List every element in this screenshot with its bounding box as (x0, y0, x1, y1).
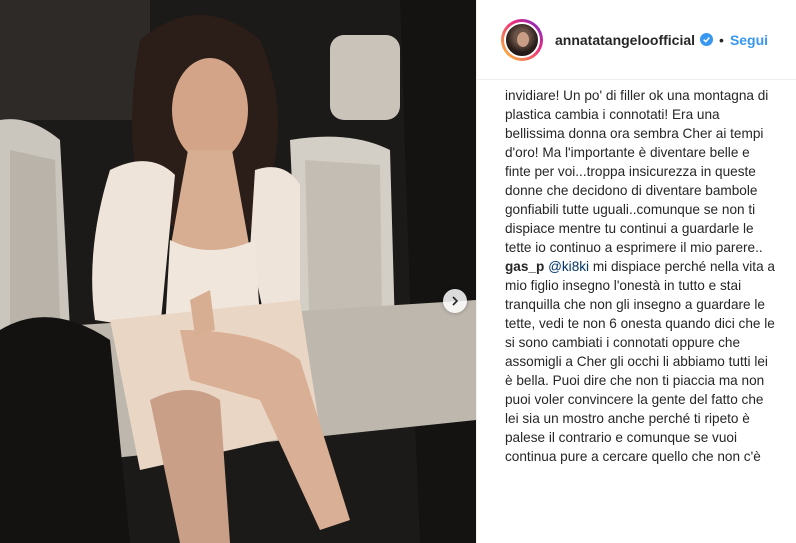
comment-mention[interactable]: @ki8ki (548, 259, 589, 274)
comment-text-2: mi dispiace perché nella vita a mio figl… (505, 259, 775, 464)
photo-illustration (0, 0, 476, 543)
comment-2: gas_p @ki8ki mi dispiace perché nella vi… (505, 257, 778, 466)
comment-text-1: invidiare! Un po' di filler ok una monta… (505, 88, 769, 255)
post-sidebar: annatatangeloofficial • Segui invidiare!… (476, 0, 796, 543)
comments-section: invidiare! Un po' di filler ok una monta… (477, 80, 796, 466)
post-header: annatatangeloofficial • Segui (477, 0, 796, 80)
separator-dot: • (719, 31, 724, 48)
chevron-right-icon (452, 296, 459, 306)
username-link[interactable]: annatatangeloofficial (555, 32, 695, 48)
post-image[interactable] (0, 0, 476, 543)
avatar[interactable] (501, 18, 543, 61)
verified-badge-icon (700, 33, 714, 46)
comment-username[interactable]: gas_p (505, 259, 544, 274)
next-photo-button[interactable] (443, 289, 467, 313)
avatar-image (504, 21, 540, 58)
follow-button[interactable]: Segui (730, 32, 768, 48)
